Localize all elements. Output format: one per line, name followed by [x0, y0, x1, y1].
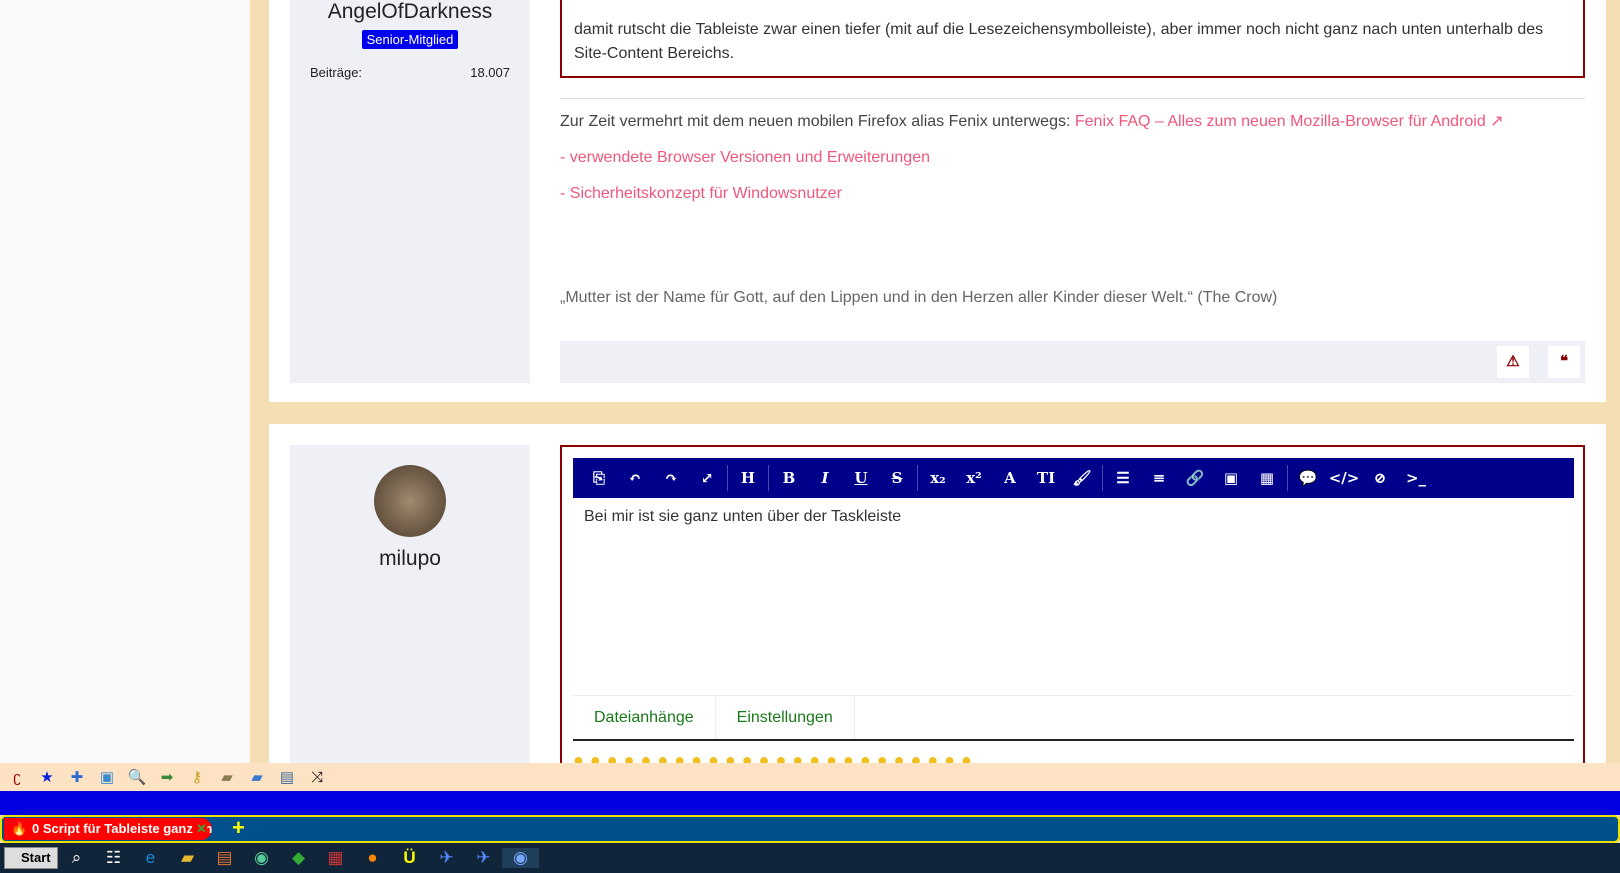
shuffle-icon[interactable]: ⤨ — [306, 769, 328, 786]
stat-value: 18.007 — [470, 65, 510, 80]
star-icon[interactable]: ★ — [36, 768, 58, 786]
quote-box: damit rutscht die Tableiste zwar einen t… — [560, 0, 1585, 78]
css-icon[interactable]: ʗ — [6, 769, 28, 786]
editor-textarea[interactable]: Bei mir ist sie ganz unten über der Task… — [573, 498, 1574, 695]
spoiler-icon[interactable]: 💬 — [1290, 469, 1326, 487]
bold-icon[interactable]: B — [771, 469, 807, 487]
sig-text: Zur Zeit vermehrt mit dem neuen mobilen … — [560, 113, 1075, 130]
code-icon[interactable]: </> — [1326, 469, 1362, 487]
table-icon[interactable]: ▦ — [1249, 469, 1285, 487]
folder-icon[interactable]: ▰ — [246, 768, 268, 786]
edge-icon[interactable]: e — [132, 848, 169, 868]
font-color-icon[interactable]: A — [992, 469, 1028, 487]
brush-icon[interactable]: 🖌 — [1064, 469, 1100, 487]
editor-tabs: Dateianhänge Einstellungen — [573, 695, 1574, 741]
firefox-taskbar-icon[interactable]: ● — [354, 848, 391, 868]
terminal-icon[interactable]: >_ — [1398, 469, 1434, 487]
external-link-icon: ↗ — [1485, 113, 1504, 130]
post-count: Beiträge: 18.007 — [290, 65, 530, 80]
seamonkey-icon[interactable]: ✈ — [428, 848, 465, 868]
hide-icon[interactable]: ⊘ — [1362, 469, 1398, 487]
folder-edit-icon[interactable]: ▰ — [216, 768, 238, 786]
link-icon[interactable]: 🔗 — [1177, 469, 1213, 487]
rank-badge: Senior-Mitglied — [361, 30, 459, 49]
explorer-icon[interactable]: ▰ — [169, 848, 206, 868]
tab-settings[interactable]: Einstellungen — [716, 696, 855, 739]
superscript-icon[interactable]: x² — [956, 469, 992, 487]
checklist-icon[interactable]: ▤ — [276, 768, 298, 786]
post-footer: ⚠ ❝ — [560, 341, 1585, 383]
post-card: AngelOfDarkness Senior-Mitglied Beiträge… — [269, 0, 1606, 402]
seamonkey2-icon[interactable]: ✈ — [465, 848, 502, 868]
editor-toolbar: ⎘ ↶ ↷ ⤢ H BIUS x₂ x² A TI 🖌 ☰ ≡ 🔗 ▣ ▦ 💬 </> ⊘ >_ — [573, 458, 1574, 498]
arrow-icon[interactable]: ➡ — [156, 768, 178, 786]
motto: „Mutter ist der Name für Gott, auf den L… — [560, 289, 1278, 306]
start-button[interactable]: Start — [4, 847, 58, 869]
italic-icon[interactable]: I — [807, 469, 843, 487]
subscript-icon[interactable]: x₂ — [920, 469, 956, 487]
winrar-icon[interactable]: ▦ — [317, 848, 354, 868]
browser-tab[interactable]: 🔥 0 Script für Tableiste ganz unten ✕ — [4, 818, 212, 840]
firefox-icon: 🔥 — [11, 821, 28, 836]
undo-icon[interactable]: ↶ — [617, 469, 653, 487]
reply-card: milupo ⎘ ↶ ↷ ⤢ H BIUS x₂ x² A TI 🖌 ☰ ≡ 🔗 ▣ ▦ 💬 </> ⊘ >… — [269, 424, 1606, 770]
atom-icon[interactable]: ◉ — [243, 848, 280, 868]
u-app-icon[interactable]: Ü — [391, 848, 428, 868]
left-blank-pane — [0, 0, 250, 763]
report-warning-icon[interactable]: ⚠ — [1497, 346, 1529, 378]
firefox-nightly-icon[interactable]: ◉ — [502, 848, 539, 868]
underline-icon[interactable]: U — [843, 469, 879, 487]
tab-bar: 🔥 0 Script für Tableiste ganz unten ✕ + — [0, 815, 1620, 843]
strikethrough-icon[interactable]: S — [879, 469, 915, 487]
radio-icon[interactable]: ▣ — [96, 768, 118, 786]
redo-icon[interactable]: ↷ — [653, 469, 689, 487]
bookmarks-toolbar: ʗ ★ ✚ ▣ 🔍 ➡ ⚷ ▰ ▰ ▤ ⤨ — [0, 763, 1620, 791]
app-icon[interactable]: ▤ — [206, 848, 243, 868]
key-icon[interactable]: ⚷ — [186, 768, 208, 786]
search-icon[interactable]: ⌕ — [58, 848, 95, 868]
fullscreen-icon[interactable]: ⤢ — [689, 469, 725, 487]
security-concept-link[interactable]: - Sicherheitskonzept für Windowsnutzer — [560, 185, 1585, 203]
stat-label: Beiträge: — [310, 65, 363, 80]
puzzle-icon[interactable]: ✚ — [66, 768, 88, 786]
avatar[interactable] — [374, 465, 446, 537]
new-tab-button[interactable]: + — [232, 815, 245, 841]
green-app-icon[interactable]: ◆ — [280, 848, 317, 868]
image-icon[interactable]: ▣ — [1213, 469, 1249, 487]
taskbar: Start ⌕ ☷ e ▰ ▤ ◉ ◆ ▦ ● Ü ✈ ✈ ◉ — [0, 843, 1620, 873]
browser-versions-link[interactable]: - verwendete Browser Versionen und Erwei… — [560, 149, 1585, 167]
author-name[interactable]: AngelOfDarkness — [290, 0, 530, 24]
author-name[interactable]: milupo — [290, 547, 530, 571]
author-panel: milupo — [290, 445, 530, 763]
tab-attachments[interactable]: Dateianhänge — [573, 696, 716, 739]
font-size-icon[interactable]: TI — [1028, 469, 1064, 487]
source-icon[interactable]: ⎘ — [581, 469, 617, 487]
fenix-faq-link[interactable]: Fenix FAQ – Alles zum neuen Mozilla-Brow… — [1075, 113, 1486, 130]
quote-icon[interactable]: ❝ — [1548, 346, 1580, 378]
list-icon[interactable]: ☰ — [1105, 469, 1141, 487]
author-panel: AngelOfDarkness Senior-Mitglied Beiträge… — [290, 0, 530, 383]
search-refresh-icon[interactable]: 🔍 — [126, 768, 148, 786]
close-tab-icon[interactable]: ✕ — [196, 818, 207, 840]
blue-bar — [0, 791, 1620, 815]
task-view-icon[interactable]: ☷ — [95, 848, 132, 868]
align-icon[interactable]: ≡ — [1141, 469, 1177, 487]
signature: Zur Zeit vermehrt mit dem neuen mobilen … — [560, 98, 1585, 307]
heading-icon[interactable]: H — [730, 469, 766, 487]
